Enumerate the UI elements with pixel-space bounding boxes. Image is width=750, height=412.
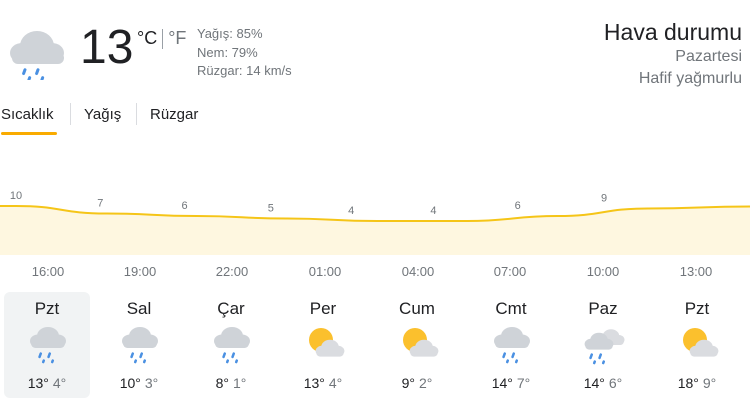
data-label: 4	[430, 205, 436, 217]
high-temp: 13°	[303, 375, 325, 391]
tab-wind[interactable]: Rüzgar	[150, 106, 198, 123]
high-temp: 10°	[119, 375, 141, 391]
rain-cloud-icon	[209, 322, 255, 366]
rain-cloud-icon	[489, 322, 535, 366]
data-label: 4	[348, 205, 354, 217]
day-temperatures: 13° 4°	[4, 375, 90, 391]
current-temperature: 13	[80, 21, 134, 74]
unit-separator	[162, 29, 164, 50]
forecast-day[interactable]: Per 13° 4°	[280, 292, 366, 398]
weather-details: Yağış: 85% Nem: 79% Rüzgar: 14 km/s	[197, 25, 292, 81]
tab-divider	[136, 103, 137, 125]
celsius-unit[interactable]: °C	[137, 28, 157, 48]
active-tab-indicator	[1, 132, 57, 135]
data-label: 7	[97, 198, 103, 210]
data-label: 5	[268, 203, 274, 215]
time-label: 04:00	[401, 264, 435, 279]
high-temp: 9°	[401, 375, 415, 391]
low-temp: 6°	[608, 375, 623, 391]
data-label: 9	[601, 193, 607, 205]
day-temperatures: 8° 1°	[188, 375, 274, 391]
current-condition: Hafif yağmurlu	[638, 70, 742, 87]
high-temp: 14°	[583, 375, 605, 391]
temperature-chart: 10 7 6 5 4 4 6 9	[0, 190, 750, 255]
day-temperatures: 14° 6°	[560, 375, 646, 391]
time-label: 10:00	[586, 264, 620, 279]
day-temperatures: 10° 3°	[96, 375, 182, 391]
day-temperatures: 9° 2°	[374, 375, 460, 391]
day-name: Sal	[126, 299, 152, 318]
low-temp: 3°	[144, 375, 159, 391]
rain-cloud-icon	[117, 322, 163, 366]
time-label: 07:00	[493, 264, 527, 279]
forecast-day[interactable]: Paz 14° 6°	[560, 292, 646, 398]
day-name: Paz	[588, 299, 618, 318]
data-label: 10	[10, 190, 22, 202]
data-label: 6	[515, 200, 521, 212]
low-temp: 9°	[702, 375, 717, 391]
high-temp: 18°	[677, 375, 699, 391]
partly-sunny-icon	[675, 322, 721, 366]
fahrenheit-unit[interactable]: °F	[168, 28, 186, 48]
day-name: Pzt	[34, 299, 60, 318]
data-label: 6	[182, 200, 188, 212]
forecast-day[interactable]: Çar 8° 1°	[188, 292, 274, 398]
forecast-day[interactable]: Sal 10° 3°	[96, 292, 182, 398]
low-temp: 4°	[328, 375, 343, 391]
wind-text: Rüzgar: 14 km/s	[197, 63, 292, 78]
page-title: Hava durumu	[603, 19, 742, 45]
current-day: Pazartesi	[675, 48, 742, 65]
humidity-text: Nem: 79%	[197, 44, 258, 60]
day-temperatures: 13° 4°	[280, 375, 366, 391]
time-label: 13:00	[679, 264, 713, 279]
time-label: 22:00	[215, 264, 249, 279]
day-name: Pzt	[684, 299, 710, 318]
day-temperatures: 14° 7°	[468, 375, 554, 391]
low-temp: 2°	[419, 375, 433, 391]
high-temp: 8°	[215, 375, 229, 391]
forecast-day[interactable]: Cmt 14° 7°	[468, 292, 554, 398]
low-temp: 4°	[52, 375, 67, 391]
partly-sunny-icon	[301, 322, 347, 366]
high-temp: 13°	[27, 375, 49, 391]
rain-cloud-icon	[25, 322, 71, 366]
day-name: Çar	[217, 299, 245, 318]
time-label: 19:00	[123, 264, 157, 279]
forecast-day[interactable]: Cum 9° 2°	[374, 292, 460, 398]
tab-temperature[interactable]: Sıcaklık	[1, 106, 54, 123]
rain-cloud-icon	[6, 20, 68, 82]
low-temp: 7°	[516, 375, 531, 391]
forecast-day[interactable]: Pzt 13° 4°	[4, 292, 90, 398]
tab-divider	[70, 103, 71, 125]
header-info: Hava durumu Pazartesi Hafif yağmurlu	[604, 18, 742, 90]
day-name: Cum	[399, 299, 435, 318]
low-temp: 1°	[233, 375, 247, 391]
time-label: 01:00	[308, 264, 342, 279]
time-label: 16:00	[31, 264, 65, 279]
forecast-day[interactable]: Pzt 18° 9°	[654, 292, 740, 398]
tab-precipitation[interactable]: Yağış	[84, 106, 121, 123]
scattered-showers-icon	[581, 322, 627, 366]
day-temperatures: 18° 9°	[654, 375, 740, 391]
partly-sunny-icon	[395, 322, 441, 366]
day-name: Per	[309, 299, 337, 318]
high-temp: 14°	[491, 375, 513, 391]
precipitation-text: Yağış: 85%	[197, 26, 263, 41]
day-name: Cmt	[495, 299, 527, 318]
unit-toggle: °C °F	[137, 28, 186, 50]
